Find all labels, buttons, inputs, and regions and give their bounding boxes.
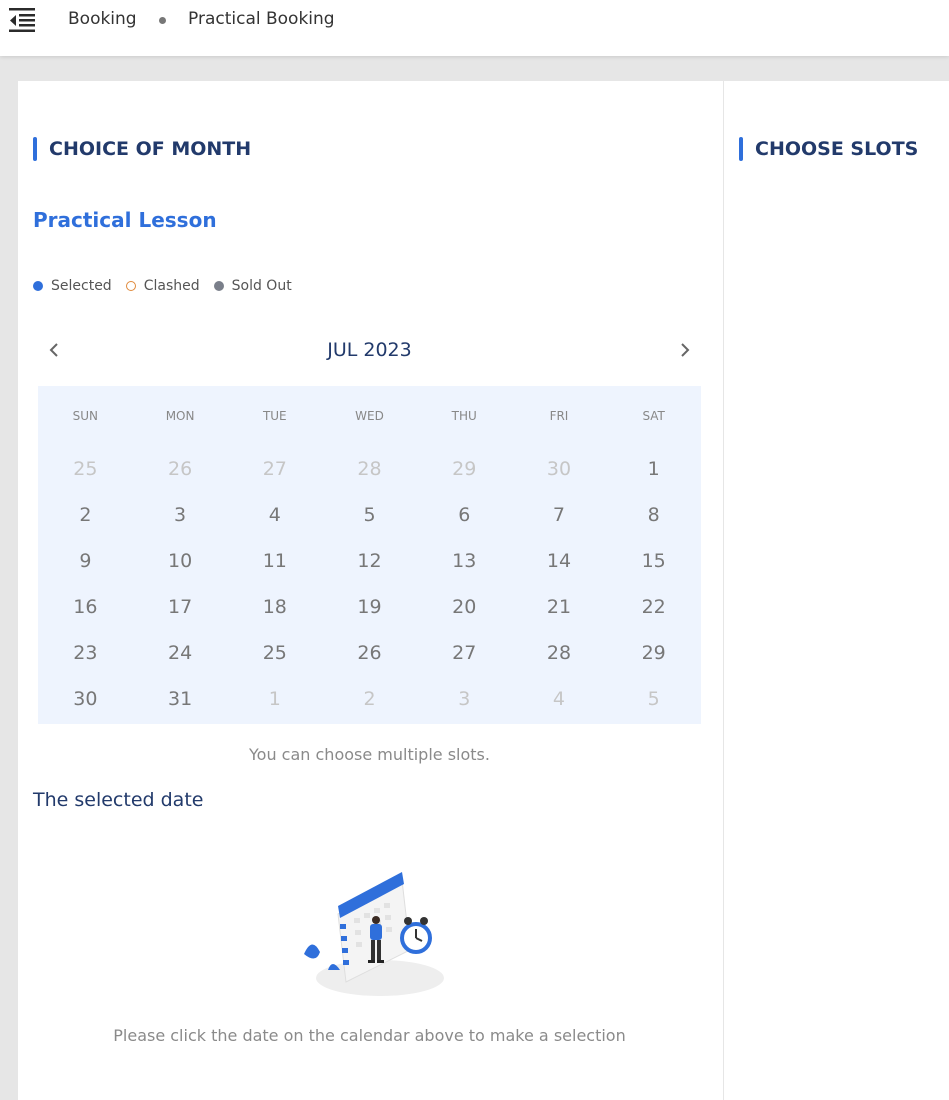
- choose-slots-heading: CHOOSE SLOTS: [739, 137, 918, 161]
- calendar-day[interactable]: 23: [38, 642, 133, 664]
- calendar-day: 25: [73, 458, 98, 480]
- calendar-day[interactable]: 25: [227, 642, 322, 664]
- calendar-day[interactable]: 17: [133, 596, 228, 618]
- calendar-day[interactable]: 15: [606, 550, 701, 572]
- calendar-month-label: JUL 2023: [327, 339, 412, 361]
- weekday-label: SAT: [642, 409, 665, 423]
- calendar-day[interactable]: 2: [38, 504, 133, 526]
- calendar-day[interactable]: 8: [606, 504, 701, 526]
- calendar-week-row: 25 26 27 28 29 30 1: [38, 446, 701, 492]
- calendar-day[interactable]: 3: [133, 504, 228, 526]
- weekday-label: THU: [451, 409, 477, 423]
- calendar-day[interactable]: 19: [322, 596, 417, 618]
- breadcrumb-practical-booking: Practical Booking: [188, 9, 335, 29]
- calendar-day[interactable]: 9: [38, 550, 133, 572]
- calendar-day[interactable]: 27: [417, 642, 512, 664]
- calendar-day: 26: [167, 458, 193, 480]
- calendar-day[interactable]: 18: [227, 596, 322, 618]
- calendar-day[interactable]: 7: [512, 504, 607, 526]
- calendar-day[interactable]: 26: [322, 642, 417, 664]
- calendar-week-row: 2345678: [38, 492, 701, 538]
- calendar-day[interactable]: 13: [417, 550, 512, 572]
- legend-sold-out: Sold Out: [213, 278, 292, 294]
- legend-clashed: Clashed: [125, 278, 200, 294]
- breadcrumb-separator: [159, 17, 166, 24]
- legend-selected: Selected: [33, 278, 112, 294]
- calendar-day[interactable]: 10: [133, 550, 228, 572]
- calendar-day: 4: [552, 688, 565, 710]
- lesson-title: Practical Lesson: [33, 208, 217, 232]
- selected-dot-icon: [33, 281, 43, 291]
- calendar-day: 3: [458, 688, 471, 710]
- legend-clashed-label: Clashed: [143, 278, 200, 294]
- sold-out-dot-icon: [213, 281, 224, 291]
- selected-date-heading: The selected date: [33, 789, 204, 811]
- calendar-day[interactable]: 21: [512, 596, 607, 618]
- multiple-slots-hint: You can choose multiple slots.: [249, 745, 490, 764]
- calendar-weekday-header: SUN MON TUE WED THU FRI SAT: [38, 386, 701, 446]
- chevron-right-icon[interactable]: [673, 338, 697, 362]
- calendar-day[interactable]: 12: [322, 550, 417, 572]
- weekday-label: WED: [355, 409, 384, 423]
- calendar-day: 30: [546, 458, 572, 480]
- choice-of-month-heading: CHOICE OF MONTH: [33, 137, 251, 161]
- weekday-label: FRI: [549, 409, 569, 423]
- calendar-day: 28: [357, 458, 382, 480]
- calendar-day[interactable]: 20: [417, 596, 512, 618]
- weekday-label: TUE: [262, 409, 287, 423]
- weekday-label: MON: [165, 409, 195, 423]
- calendar-legend: Selected Clashed Sold Out: [33, 278, 306, 294]
- calendar-day: 5: [647, 688, 660, 710]
- calendar-body: 25 26 27 28 29 30 1 2 3 4 5 6 7 8 9 10 11 12 13 14 15 16 17 18 1…: [38, 446, 701, 722]
- calendar-day[interactable]: 5: [322, 504, 417, 526]
- calendar-day: 29: [452, 458, 477, 480]
- calendar-day[interactable]: 29: [606, 642, 701, 664]
- menu-collapse-icon[interactable]: [9, 8, 35, 32]
- heading-accent-bar: [739, 137, 743, 161]
- calendar-day[interactable]: 28: [512, 642, 607, 664]
- calendar-person-illustration: [298, 866, 448, 1006]
- calendar-day[interactable]: 14: [512, 550, 607, 572]
- heading-accent-bar: [33, 137, 37, 161]
- calendar-day: 1: [268, 688, 281, 710]
- calendar-day[interactable]: 4: [227, 504, 322, 526]
- calendar-day[interactable]: 11: [227, 550, 322, 572]
- calendar-day: 27: [262, 458, 287, 480]
- breadcrumb-booking[interactable]: Booking: [68, 9, 137, 29]
- calendar-navigation: JUL 2023: [38, 336, 701, 366]
- calendar-week-row: 9 10 11 12 13 14 15: [38, 538, 701, 584]
- calendar-day: 2: [363, 688, 376, 710]
- calendar-week-row: 23 24 25 26 27 28 29: [38, 630, 701, 676]
- empty-selection-message: Please click the date on the calendar ab…: [113, 1026, 626, 1045]
- calendar-day[interactable]: 1: [606, 458, 701, 480]
- legend-selected-label: Selected: [51, 278, 112, 294]
- clashed-dot-icon: [125, 281, 136, 291]
- calendar-day[interactable]: 30: [38, 688, 133, 710]
- legend-sold-out-label: Sold Out: [231, 278, 292, 294]
- choose-slots-label: CHOOSE SLOTS: [755, 138, 919, 160]
- calendar-grid: SUN MON TUE WED THU FRI SAT 25 26 27 28 29 30…: [38, 386, 701, 724]
- choice-of-month-label: CHOICE OF MONTH: [49, 138, 252, 160]
- calendar-day[interactable]: 6: [417, 504, 512, 526]
- calendar-day[interactable]: 16: [38, 596, 133, 618]
- calendar-week-row: 30 31 1 2 3 4 5: [38, 676, 701, 722]
- calendar-day[interactable]: 31: [133, 688, 228, 710]
- column-divider: [723, 81, 724, 1100]
- calendar-week-row: 16 17 18 19 20 21 22: [38, 584, 701, 630]
- top-bar: Booking Practical Booking: [0, 0, 949, 56]
- weekday-label: SUN: [72, 409, 99, 423]
- calendar-day[interactable]: 22: [606, 596, 701, 618]
- calendar-day[interactable]: 24: [133, 642, 228, 664]
- booking-panel: CHOICE OF MONTH CHOOSE SLOTS Practical L…: [18, 81, 949, 1100]
